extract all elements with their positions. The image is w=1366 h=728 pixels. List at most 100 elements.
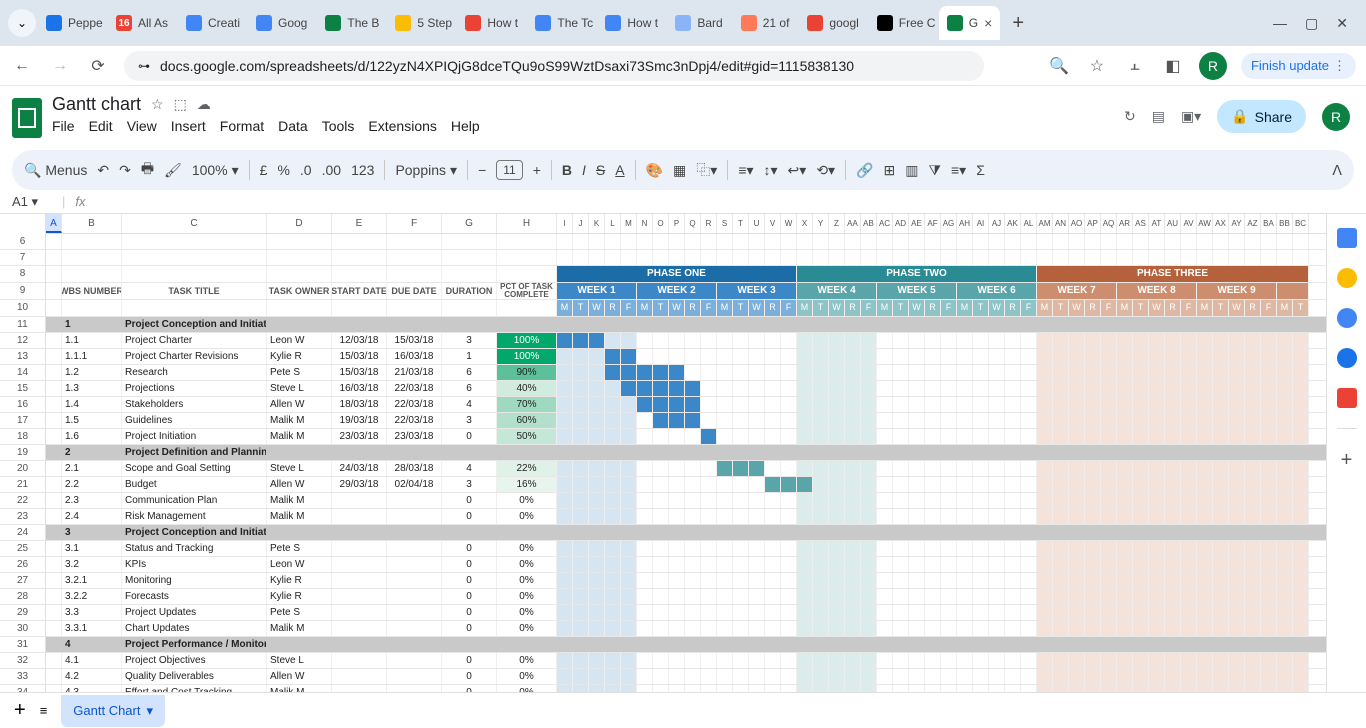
keep-icon[interactable] [1337,268,1357,288]
menu-file[interactable]: File [52,118,75,134]
font-size-input[interactable]: 11 [496,160,522,180]
browser-tab-5[interactable]: 5 Step [387,6,455,40]
col-header-AP[interactable]: AP [1085,214,1101,233]
row-header-26[interactable]: 26 [0,557,45,573]
col-header-BA[interactable]: BA [1261,214,1277,233]
col-header-N[interactable]: N [637,214,653,233]
col-header-BB[interactable]: BB [1277,214,1293,233]
strike-icon[interactable]: S [596,162,605,178]
col-header-X[interactable]: X [797,214,813,233]
italic-icon[interactable]: I [582,162,586,178]
col-header-AZ[interactable]: AZ [1245,214,1261,233]
filter-views-icon[interactable]: ≡▾ [951,162,966,179]
rotate-icon[interactable]: ⟲▾ [816,162,835,179]
contacts-icon[interactable] [1337,348,1357,368]
new-tab-button[interactable]: + [1002,12,1034,35]
col-header-AI[interactable]: AI [973,214,989,233]
col-header-AT[interactable]: AT [1149,214,1165,233]
undo-icon[interactable]: ↶ [97,162,109,179]
row-header-16[interactable]: 16 [0,397,45,413]
row-header-34[interactable]: 34 [0,685,45,692]
finish-update-button[interactable]: Finish update⋮ [1241,53,1356,79]
row-header-25[interactable]: 25 [0,541,45,557]
menu-view[interactable]: View [127,118,157,134]
comment-add-icon[interactable]: ⊞ [884,162,896,179]
font-dec-icon[interactable]: − [478,162,486,178]
comment-icon[interactable]: ▤ [1152,108,1165,125]
browser-tab-4[interactable]: The B [317,6,385,40]
print-icon[interactable]: 🖶 [141,158,154,182]
profile-avatar[interactable]: R [1199,52,1227,80]
col-header-AL[interactable]: AL [1021,214,1037,233]
col-header-AK[interactable]: AK [1005,214,1021,233]
col-header-B[interactable]: B [62,214,122,233]
forward-icon[interactable]: → [48,57,72,75]
row-header-15[interactable]: 15 [0,381,45,397]
share-button[interactable]: 🔒 Share [1217,100,1306,133]
menu-help[interactable]: Help [451,118,480,134]
row-header-24[interactable]: 24− [0,525,45,541]
side-panel-icon[interactable]: ◧ [1161,56,1185,76]
browser-tab-0[interactable]: Peppe [38,6,106,40]
percent-icon[interactable]: % [277,162,289,178]
col-header-E[interactable]: E [332,214,387,233]
menu-insert[interactable]: Insert [171,118,206,134]
col-header-U[interactable]: U [749,214,765,233]
col-header-J[interactable]: J [573,214,589,233]
tab-close-icon[interactable]: × [984,15,992,31]
minimize-icon[interactable]: — [1273,15,1287,32]
col-header-AH[interactable]: AH [957,214,973,233]
star-icon[interactable]: ☆ [151,96,164,113]
row-header-6[interactable]: 6 [0,234,45,250]
browser-tab-9[interactable]: Bard [667,6,730,40]
row-header-27[interactable]: 27 [0,573,45,589]
col-header-AD[interactable]: AD [893,214,909,233]
cloud-icon[interactable]: ☁ [197,96,211,113]
tasks-icon[interactable] [1337,308,1357,328]
browser-tab-6[interactable]: How t [457,6,525,40]
col-header-AV[interactable]: AV [1181,214,1197,233]
maps-icon[interactable] [1337,388,1357,408]
row-header-7[interactable]: 7 [0,250,45,266]
url-input[interactable]: ⊶ docs.google.com/spreadsheets/d/122yzN4… [124,51,984,81]
redo-icon[interactable]: ↷ [119,162,131,179]
col-header-C[interactable]: C [122,214,267,233]
col-header-AJ[interactable]: AJ [989,214,1005,233]
move-icon[interactable]: ⬚ [174,96,187,113]
row-header-12[interactable]: 12 [0,333,45,349]
col-header-M[interactable]: M [621,214,637,233]
menu-data[interactable]: Data [278,118,308,134]
col-header-A[interactable]: A [46,214,62,233]
col-header-Z[interactable]: Z [829,214,845,233]
add-sheet-icon[interactable]: + [14,699,26,722]
search-menus[interactable]: 🔍 Menus [24,162,87,179]
col-header-AB[interactable]: AB [861,214,877,233]
sheets-logo-icon[interactable] [12,98,42,138]
decrease-decimal-icon[interactable]: .0 [300,162,312,178]
browser-tab-8[interactable]: How t [597,6,665,40]
browser-tab-13[interactable]: G× [939,6,1001,40]
row-header-14[interactable]: 14 [0,365,45,381]
back-icon[interactable]: ← [10,57,34,75]
row-header-17[interactable]: 17 [0,413,45,429]
col-header-P[interactable]: P [669,214,685,233]
row-header-30[interactable]: 30 [0,621,45,637]
menu-tools[interactable]: Tools [322,118,355,134]
row-header-9[interactable]: 9 [0,283,45,300]
text-color-icon[interactable]: A [615,162,624,178]
account-avatar[interactable]: R [1322,103,1350,131]
col-header-K[interactable]: K [589,214,605,233]
browser-tab-3[interactable]: Goog [248,6,315,40]
currency-icon[interactable]: £ [260,162,268,178]
col-header-L[interactable]: L [605,214,621,233]
row-header-10[interactable]: 10 [0,300,45,317]
site-info-icon[interactable]: ⊶ [138,59,150,73]
col-header-G[interactable]: G [442,214,497,233]
chart-icon[interactable]: ▥ [905,162,918,179]
paint-format-icon[interactable]: 🖌 [164,162,182,179]
tab-search-icon[interactable]: ⌄ [8,9,36,37]
meet-icon[interactable]: ▣▾ [1181,108,1201,125]
col-header-AA[interactable]: AA [845,214,861,233]
row-header-32[interactable]: 32 [0,653,45,669]
browser-tab-11[interactable]: googl [799,6,866,40]
